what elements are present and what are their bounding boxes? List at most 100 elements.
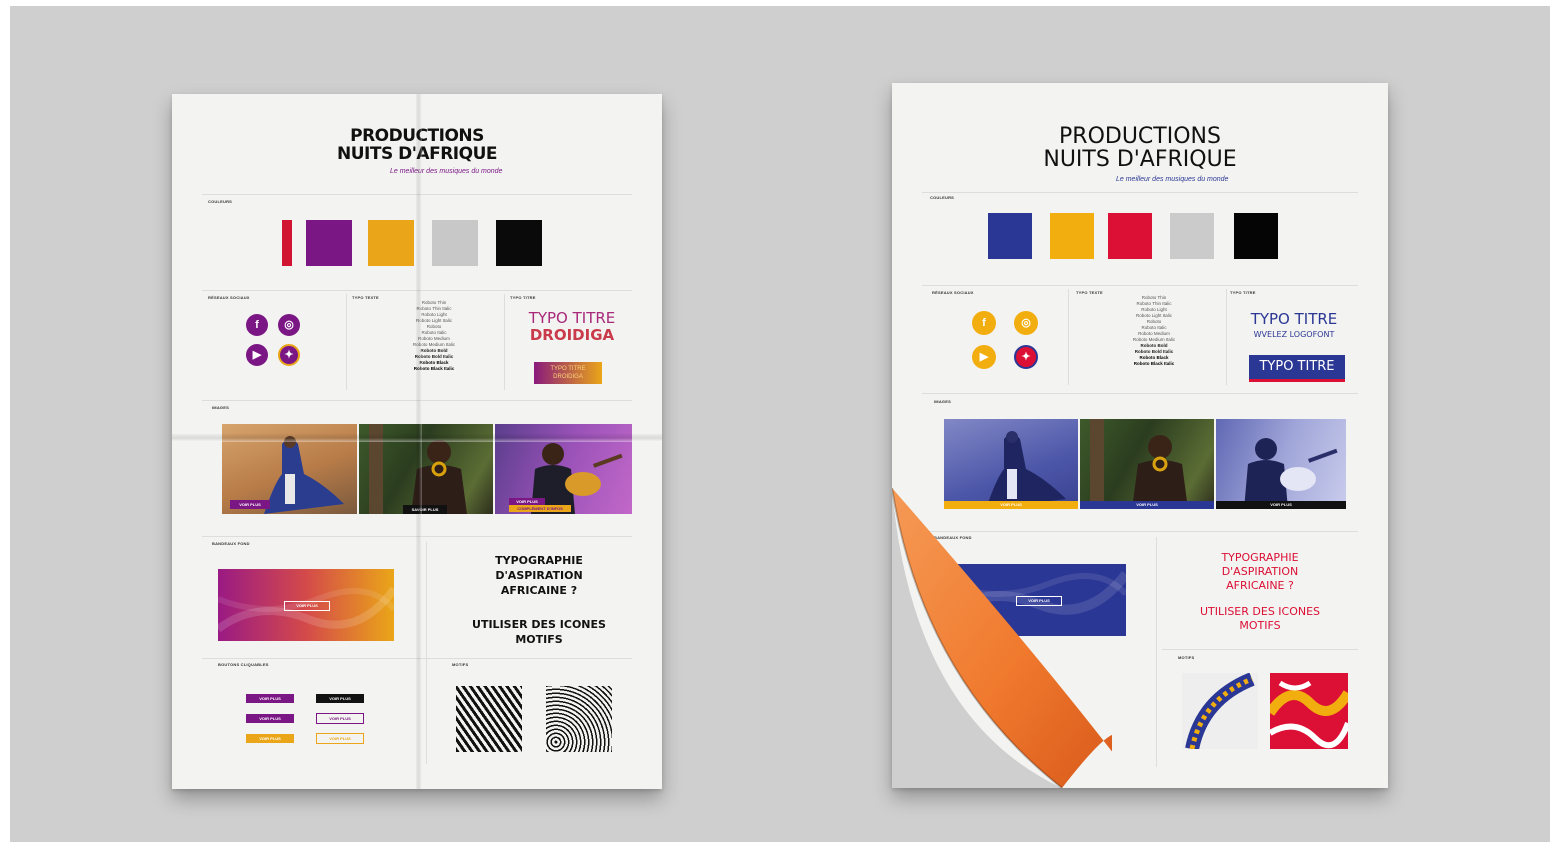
twitter-icon[interactable]: ✦ [1014,345,1038,369]
column-divider [346,294,347,390]
section-label-type-text: TYPO TEXTE [352,295,379,300]
page-curl [892,488,1112,788]
divider [922,393,1358,394]
left-poster: PRODUCTIONS NUITS D'AFRIQUE Le meilleur … [172,94,662,789]
photo-guitarist: VOIR PLUS [1216,419,1346,509]
question-icons: UTILISER DES ICONES MOTIFS [1162,605,1358,633]
photo-button[interactable]: VOIR PLUS [509,498,545,505]
question-line: AFRICAINE ? [500,583,578,597]
sample-button-black[interactable]: VOIR PLUS [316,694,364,703]
section-label-images: IMAGES [934,399,951,404]
typo-title-line-1: TYPO TITRE [528,309,616,327]
banner-background: VOIR PLUS [218,569,394,641]
color-swatch-orange [368,220,414,266]
color-swatch-purple [306,220,352,266]
typo-title-sample: TYPO TITRE DROIDIGA [512,309,632,345]
section-label-type-text: TYPO TEXTE [1076,290,1103,295]
motif-zebra [456,686,522,752]
youtube-icon[interactable]: ▶ [972,345,996,369]
typo-title-sample: TYPO TITRE WVELEZ LOGOFONT [1234,310,1354,340]
typo-title-line-1: TYPO TITRE [1250,310,1338,328]
column-divider [504,294,505,390]
motif-fabric-red [1270,673,1348,749]
section-label-colors: COULEURS [208,199,233,204]
typo-title-box: TYPO TITRE [1249,355,1345,382]
typo-box-line-1: TYPO TITRE [550,366,586,372]
question-line: UTILISER DES ICONES [472,618,606,631]
question-line: TYPOGRAPHIE [1221,551,1299,564]
sample-button-outline-orange[interactable]: VOIR PLUS [316,733,364,744]
motif-fabric-blue [1182,673,1258,749]
photo-button[interactable]: VOIR PLUS [230,500,270,509]
twitter-icon[interactable]: ✦ [278,344,300,366]
photo-figure [1244,438,1338,509]
color-swatch-black [496,220,542,266]
column-divider [1068,289,1069,385]
column-divider [1226,289,1227,385]
facebook-icon[interactable]: f [246,314,268,336]
paper-fold-horizontal [172,434,662,442]
section-label-buttons: BOUTONS CLIQUABLES [218,662,269,667]
right-poster: PRODUCTIONS NUITS D'AFRIQUE Le meilleur … [892,83,1388,788]
divider [1162,649,1358,650]
photo-button[interactable]: VOIR PLUS [1216,501,1346,509]
photo-button[interactable]: SAVOIR PLUS [403,505,447,514]
question-typography: TYPOGRAPHIE D'ASPIRATION AFRICAINE ? [434,554,644,599]
fabric-pattern [1185,673,1255,749]
typo-box-line-2: DROIDIGA [553,374,583,380]
poster-title: PRODUCTIONS NUITS D'AFRIQUE [892,125,1388,171]
banner-button[interactable]: VOIR PLUS [284,601,330,611]
section-label-banner: BANDEAUX FOND [212,541,250,546]
title-line-1: PRODUCTIONS [1059,124,1221,149]
question-line: MOTIFS [1239,618,1281,632]
section-label-colors: COULEURS [930,195,955,200]
font-weight-item: Roboto Black Italic [1133,361,1175,366]
question-line: UTILISER DES ICONES [1199,605,1321,618]
section-label-type-title: TYPO TITRE [1230,290,1256,295]
photo-info-button[interactable]: COMPLÉMENT D'INFOS [509,505,571,512]
color-swatch-blue [988,213,1032,259]
tagline: Le meilleur des musiques du monde [1116,176,1229,183]
section-label-images: IMAGES [212,405,229,410]
color-swatch-orange [1050,213,1094,259]
section-label-type-title: TYPO TITRE [510,295,536,300]
font-weight-list: Roboto Thin Roboto Thin Italic Roboto Li… [384,300,484,372]
font-weight-list: Roboto Thin Roboto Thin Italic Roboto Li… [1104,295,1204,367]
color-swatch-grey [1170,213,1214,259]
question-typography: TYPOGRAPHIE D'ASPIRATION AFRICAINE ? [1162,551,1358,592]
question-icons: UTILISER DES ICONES MOTIFS [434,618,644,648]
column-divider [426,542,427,764]
title-line-2: NUITS D'AFRIQUE [1043,147,1237,173]
youtube-icon[interactable]: ▶ [246,344,268,366]
font-weight-item: Roboto Black Italic [413,366,455,371]
color-swatch-black [1234,213,1278,259]
question-line: AFRICAINE ? [1226,578,1294,592]
mockup-background: PRODUCTIONS NUITS D'AFRIQUE Le meilleur … [10,6,1550,842]
typo-title-line-2: WVELEZ LOGOFONT [1253,330,1335,340]
facebook-icon[interactable]: f [972,311,996,335]
color-swatch-red [282,220,292,266]
question-line: TYPOGRAPHIE [495,554,583,567]
color-swatch-red [1108,213,1152,259]
instagram-icon[interactable]: ◎ [278,314,300,336]
divider [922,285,1358,286]
question-line: MOTIFS [515,632,563,646]
sample-button-purple[interactable]: VOIR PLUS [246,694,294,703]
question-line: D'ASPIRATION [1221,564,1299,578]
sample-button-outline-purple[interactable]: VOIR PLUS [316,713,364,724]
sample-button-orange[interactable]: VOIR PLUS [246,734,294,743]
section-label-social: RÉSEAUX SOCIAUX [932,290,974,295]
motif-waves [546,686,612,752]
color-swatch-grey [432,220,478,266]
typo-title-box: TYPO TITRE DROIDIGA [534,362,602,384]
fabric-pattern [1270,680,1348,749]
section-label-social: RÉSEAUX SOCIAUX [208,295,250,300]
section-label-motifs: MOTIFS [1178,655,1195,660]
sample-button-purple-alt[interactable]: VOIR PLUS [246,714,294,723]
divider [922,192,1358,193]
typo-title-line-2: DROIDIGA [529,326,615,345]
instagram-icon[interactable]: ◎ [1014,311,1038,335]
tagline: Le meilleur des musiques du monde [390,168,503,175]
column-divider [1156,537,1157,767]
question-line: D'ASPIRATION [495,568,583,582]
